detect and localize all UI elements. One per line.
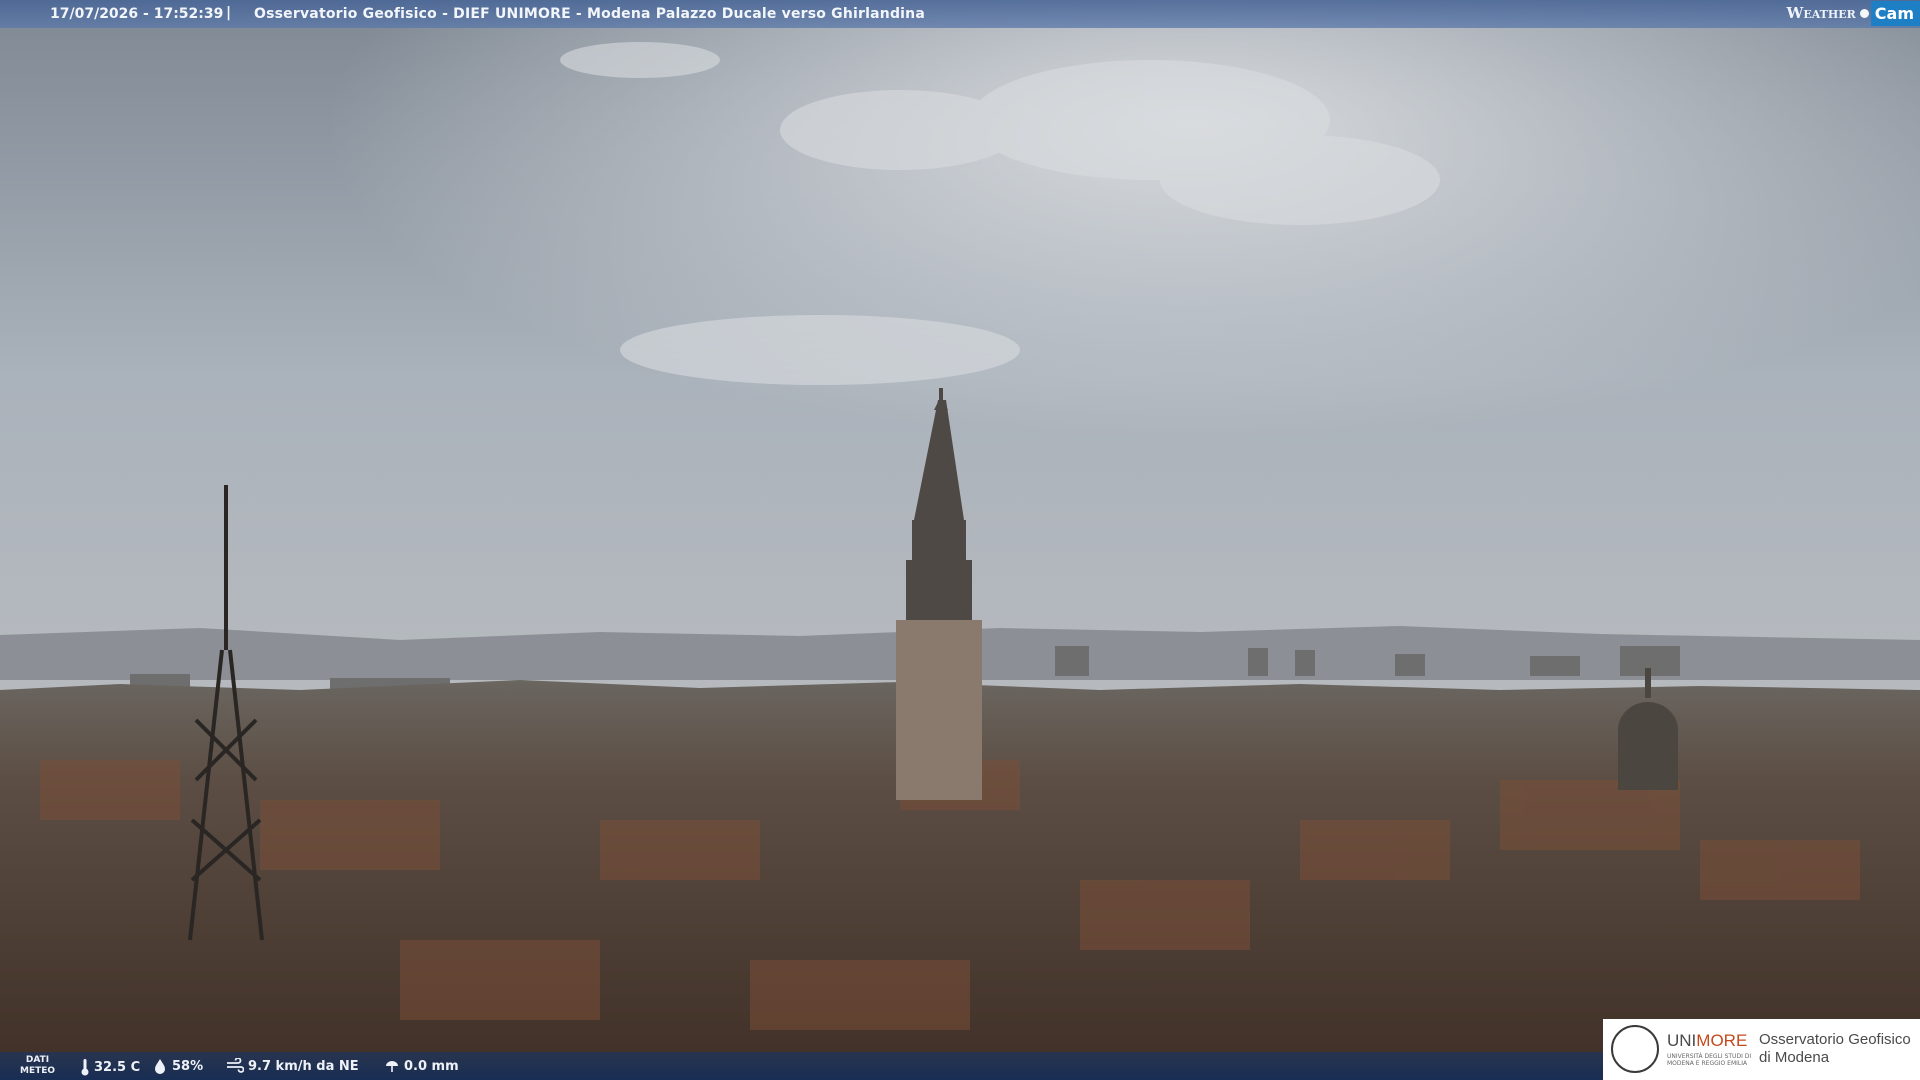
timestamp: 17/07/2026 - 17:52:39	[50, 6, 224, 22]
temperature-readout: 32.5 C	[80, 1058, 140, 1076]
brand-dot-icon	[1859, 8, 1869, 18]
humidity-drop-icon	[155, 1059, 165, 1074]
camera-title: Osservatorio Geofisico - DIEF UNIMORE - …	[254, 6, 925, 22]
rain-gauge-icon	[386, 1061, 398, 1072]
observatory-logo: UNIMORE UNIVERSITÀ DEGLI STUDI DI MODENA…	[1603, 1019, 1920, 1080]
thermometer-icon	[81, 1059, 89, 1076]
brand-weather-text: Weather	[1786, 4, 1856, 22]
webcam-image	[0, 0, 1920, 1080]
university-seal-icon	[1611, 1025, 1659, 1073]
humidity-readout: 58%	[152, 1058, 203, 1074]
brand-cam-text: Cam	[1870, 0, 1920, 26]
weather-data-label: DATI METEO	[20, 1055, 56, 1076]
rain-value: 0.0 mm	[404, 1058, 459, 1074]
humidity-value: 58%	[172, 1058, 204, 1074]
rain-readout: 0.0 mm	[384, 1058, 459, 1074]
wind-value: 9.7 km/h da NE	[248, 1058, 359, 1074]
caption-separator: |	[226, 5, 232, 21]
wind-readout: 9.7 km/h da NE	[226, 1058, 359, 1074]
unimore-subtitle: UNIVERSITÀ DEGLI STUDI DI MODENA E REGGI…	[1667, 1053, 1752, 1067]
temperature-value: 32.5 C	[94, 1059, 141, 1075]
unimore-wordmark: UNIMORE	[1667, 1031, 1748, 1050]
weathercam-brand: Weather Cam	[1787, 0, 1920, 26]
wind-icon	[227, 1058, 244, 1073]
caption-bar: 17/07/2026 - 17:52:39 | Osservatorio Geo…	[0, 0, 1920, 28]
observatory-name: Osservatorio Geofisico di Modena	[1759, 1031, 1911, 1066]
